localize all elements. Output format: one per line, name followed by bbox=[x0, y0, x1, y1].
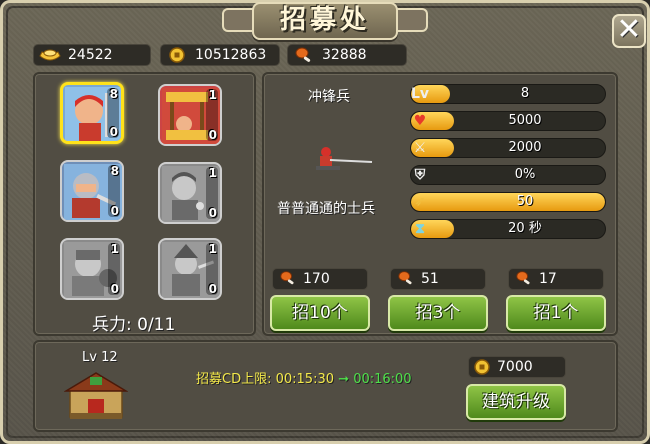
gold-ingot-icon bbox=[38, 46, 62, 64]
hourglass-icon: ⧗ bbox=[415, 221, 425, 237]
slot-top-count: 1 bbox=[110, 242, 119, 256]
recruit-1-button[interactable]: 招1个 bbox=[506, 295, 606, 331]
page-title: 招募处 bbox=[279, 5, 370, 35]
slot-top-count: 1 bbox=[208, 166, 217, 180]
arrow-right-icon: ➞ bbox=[338, 372, 350, 387]
troop-slot-locked-3[interactable]: 1 0 bbox=[158, 238, 222, 300]
slot-bottom-count: 0 bbox=[110, 282, 119, 296]
close-icon: ✕ bbox=[616, 12, 642, 47]
cd-next: 00:16:00 bbox=[353, 372, 412, 387]
meat-resource: 32888 bbox=[287, 44, 407, 66]
close-button[interactable]: ✕ bbox=[612, 14, 646, 48]
slot-top-count: 8 bbox=[110, 164, 119, 178]
slot-bottom-count: 0 bbox=[208, 128, 217, 142]
shield-icon: ⛨ bbox=[414, 167, 426, 183]
recruit-3-button[interactable]: 招3个 bbox=[388, 295, 488, 331]
sword-icon: ⚔ bbox=[413, 140, 427, 156]
coin-value: 10512863 bbox=[195, 47, 267, 63]
slot-top-count: 8 bbox=[109, 87, 118, 101]
stat-health-value: 5000 bbox=[508, 113, 542, 128]
unit-name: 冲锋兵 bbox=[308, 89, 350, 105]
heart-icon: ♥ bbox=[413, 113, 427, 129]
recruit-10-cost: 170 bbox=[272, 268, 368, 290]
stat-attack-value: 2000 bbox=[508, 140, 542, 155]
coin-icon bbox=[165, 46, 189, 64]
meat-icon bbox=[515, 269, 533, 293]
coin-icon bbox=[473, 358, 491, 382]
recruit-3-cost-value: 51 bbox=[421, 271, 439, 287]
upgrade-cost: 7000 bbox=[468, 356, 566, 378]
coin-resource: 10512863 bbox=[160, 44, 280, 66]
stat-speed-bar: 50 bbox=[410, 192, 606, 212]
cd-current: 招募CD上限: 00:15:30 bbox=[196, 372, 334, 387]
recruit-10-button[interactable]: 招10个 bbox=[270, 295, 370, 331]
slot-bottom-count: 0 bbox=[208, 282, 217, 296]
stat-defense-value: 0% bbox=[514, 167, 536, 182]
upgrade-cost-value: 7000 bbox=[497, 359, 533, 375]
slot-top-count: 1 bbox=[208, 88, 217, 102]
troop-slot-blade-soldier[interactable]: 8 0 bbox=[60, 160, 124, 222]
troop-slot-locked-2[interactable]: 1 0 bbox=[60, 238, 124, 300]
meat-icon bbox=[397, 269, 415, 293]
slot-bottom-count: 0 bbox=[109, 125, 118, 139]
title-banner: 招募处 bbox=[252, 2, 398, 40]
stat-time-value: 20 秒 bbox=[508, 221, 542, 236]
recruit-3-cost: 51 bbox=[390, 268, 486, 290]
recruit-cd-info: 招募CD上限: 00:15:30 ➞ 00:16:00 bbox=[196, 368, 412, 387]
stat-level-bar: 8 bbox=[410, 84, 606, 104]
recruit-building-icon bbox=[63, 365, 129, 421]
stat-speed-value: 50 bbox=[516, 194, 534, 209]
recruit-1-cost-value: 17 bbox=[539, 271, 557, 287]
slot-top-count: 1 bbox=[208, 242, 217, 256]
stat-time-bar: 20 秒 bbox=[410, 219, 606, 239]
meat-icon bbox=[279, 269, 297, 293]
gold-ingot-resource: 24522 bbox=[33, 44, 151, 66]
speed-icon: ➶ bbox=[414, 194, 426, 210]
stat-defense-bar: 0% bbox=[410, 165, 606, 185]
troop-slot-cart-soldier[interactable]: 1 0 bbox=[158, 84, 222, 146]
recruit-10-cost-value: 170 bbox=[303, 271, 330, 287]
stat-attack-bar: 2000 bbox=[410, 138, 606, 158]
meat-icon bbox=[292, 46, 316, 64]
level-icon: Lv bbox=[410, 86, 430, 102]
slot-bottom-count: 0 bbox=[110, 204, 119, 218]
slot-bottom-count: 0 bbox=[208, 206, 217, 220]
building-level: Lv 12 bbox=[82, 350, 118, 365]
troop-strength-label: 兵力: 0/11 bbox=[92, 315, 176, 335]
meat-value: 32888 bbox=[322, 47, 367, 63]
recruit-1-cost: 17 bbox=[508, 268, 604, 290]
unit-sprite bbox=[308, 138, 378, 178]
unit-description: 普普通通的士兵 bbox=[277, 201, 375, 217]
building-upgrade-button[interactable]: 建筑升级 bbox=[466, 384, 566, 420]
gold-ingot-value: 24522 bbox=[68, 47, 113, 63]
troop-slot-locked-1[interactable]: 1 0 bbox=[158, 162, 222, 224]
troop-slot-charge-soldier[interactable]: 8 0 bbox=[60, 82, 124, 144]
stat-health-bar: 5000 bbox=[410, 111, 606, 131]
stat-level-value: 8 bbox=[520, 86, 530, 101]
